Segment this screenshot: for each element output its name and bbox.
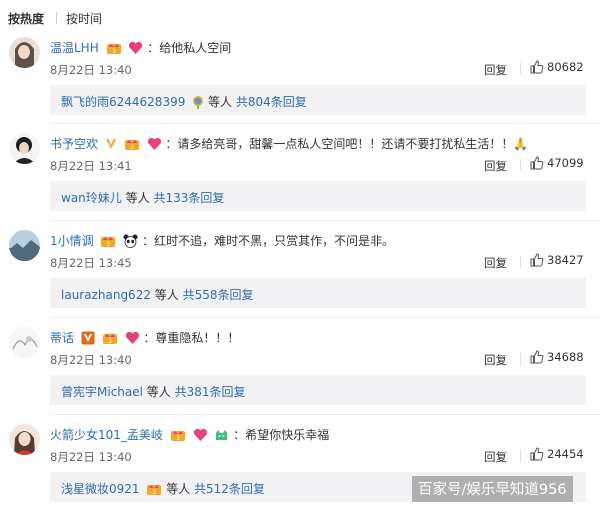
reply-others-label: 等人: [146, 385, 175, 399]
reply-button[interactable]: 回复: [484, 255, 507, 271]
reply-button[interactable]: 回复: [484, 449, 507, 465]
action-separator: [520, 353, 521, 365]
reply-total-link[interactable]: 共133条回复: [153, 191, 224, 205]
sort-tabs: 按热度 按时间: [0, 0, 600, 36]
comment-time: 8月22日 13:40: [50, 353, 132, 367]
comment-header: 火箭少女101_孟美岐 3 ：希望你快乐幸福: [50, 426, 329, 445]
reply-summary[interactable]: 曾宪宇Michael 等人 共381条回复: [50, 375, 586, 405]
like-button[interactable]: 47099: [530, 156, 584, 170]
crown-badge-icon: 3: [146, 482, 162, 499]
heart-badge-icon: [193, 428, 208, 445]
comment-time: 8月22日 13:45: [50, 256, 132, 270]
reply-others-label: 等人: [166, 482, 195, 496]
divider: [50, 414, 600, 415]
like-count: 24454: [547, 447, 584, 461]
reply-total-link[interactable]: 共512条回复: [194, 482, 265, 496]
comment-text: ：给他私人空间: [147, 41, 232, 55]
username[interactable]: 书予空欢: [50, 137, 98, 151]
heart-badge-icon: [147, 137, 162, 154]
reply-others-label: 等人: [154, 288, 183, 302]
reply-username[interactable]: 浅星微妆0921: [61, 482, 140, 496]
username[interactable]: 火箭少女101_孟美岐: [50, 428, 163, 442]
reply-others-label: 等人: [208, 95, 236, 109]
comment-header: 书予空欢 3 ：请多给亮哥，甜馨一点私人空间吧！！还请不要打扰私生活！！🙏: [50, 135, 528, 154]
username[interactable]: 温温LHH: [50, 41, 99, 55]
divider: [50, 220, 600, 221]
reply-others-label: 等人: [125, 191, 154, 205]
username[interactable]: 蒂话: [50, 331, 74, 345]
rainbow-badge-icon: [192, 95, 204, 112]
reply-button[interactable]: 回复: [484, 158, 507, 174]
watermark: 百家号/娱乐早知道956: [412, 476, 573, 502]
reply-username[interactable]: 曾宪宇Michael: [61, 385, 143, 399]
like-count: 47099: [547, 156, 584, 170]
username[interactable]: 1小情调: [50, 234, 94, 248]
thumbs-up-icon: [530, 253, 544, 267]
reply-total-link[interactable]: 共804条回复: [236, 95, 307, 109]
thumbs-up-icon: [530, 60, 544, 74]
comment-time: 8月22日 13:40: [50, 63, 132, 77]
avatar[interactable]: [9, 133, 40, 164]
avatar[interactable]: [9, 230, 40, 261]
heart-badge-icon: [125, 331, 140, 348]
svg-text:3: 3: [112, 48, 116, 55]
tab-by-hot[interactable]: 按热度: [8, 10, 44, 27]
comment-text: ：请多给亮哥，甜馨一点私人空间吧！！还请不要打扰私生活！！🙏: [165, 137, 529, 151]
action-separator: [520, 450, 521, 462]
reply-summary[interactable]: laurazhang622 等人 共558条回复: [50, 278, 586, 308]
action-separator: [520, 63, 521, 75]
crown-badge-icon: 3: [124, 137, 140, 154]
like-button[interactable]: 24454: [530, 447, 584, 461]
thumbs-up-icon: [530, 447, 544, 461]
tab-by-time[interactable]: 按时间: [66, 10, 102, 27]
divider: [50, 123, 600, 124]
comment-header: 温温LHH 3 ：给他私人空间: [50, 39, 231, 58]
comment-text: ：希望你快乐幸福: [233, 428, 330, 442]
divider: [50, 317, 600, 318]
reply-total-link[interactable]: 共381条回复: [175, 385, 246, 399]
thumbs-up-icon: [530, 350, 544, 364]
crown-badge-icon: 3: [106, 41, 122, 58]
vip-v-icon: [105, 137, 117, 154]
comment-text: ：红时不追，难时不黑，只赏其作，不问是非。: [142, 234, 395, 248]
thumbs-up-icon: [530, 156, 544, 170]
reply-summary[interactable]: wan玲妹儿 等人 共133条回复: [50, 181, 586, 211]
reply-username[interactable]: 飘飞的雨6244628399: [61, 95, 185, 109]
crown-badge-icon: 3: [102, 331, 118, 348]
tab-separator: [56, 12, 57, 24]
vip-v-icon: [81, 331, 95, 348]
avatar[interactable]: [9, 37, 40, 68]
reply-button[interactable]: 回复: [484, 62, 507, 78]
like-count: 34688: [547, 350, 584, 364]
reply-username[interactable]: wan玲妹儿: [61, 191, 122, 205]
svg-text:3: 3: [176, 435, 180, 442]
like-count: 38427: [547, 253, 584, 267]
comment-header: 蒂话 3 ：尊重隐私！！！: [50, 329, 239, 348]
reply-summary[interactable]: 飘飞的雨6244628399 等人 共804条回复: [50, 85, 586, 115]
svg-text:3: 3: [108, 338, 112, 345]
like-button[interactable]: 80682: [530, 60, 584, 74]
panda-icon: [123, 234, 138, 251]
svg-text:3: 3: [152, 489, 156, 496]
green-monster-icon: [214, 428, 229, 445]
like-count: 80682: [547, 60, 584, 74]
comment-time: 8月22日 13:41: [50, 159, 132, 173]
svg-text:3: 3: [107, 241, 111, 248]
comment-time: 8月22日 13:40: [50, 450, 132, 464]
heart-badge-icon: [128, 41, 143, 58]
action-separator: [520, 159, 521, 171]
crown-badge-icon: 3: [100, 234, 116, 251]
action-separator: [520, 256, 521, 268]
svg-text:3: 3: [130, 144, 134, 151]
like-button[interactable]: 38427: [530, 253, 584, 267]
avatar[interactable]: [9, 424, 40, 455]
crown-badge-icon: 3: [170, 428, 186, 445]
avatar[interactable]: [9, 327, 40, 358]
reply-username[interactable]: laurazhang622: [61, 288, 151, 302]
like-button[interactable]: 34688: [530, 350, 584, 364]
comment-text: ：尊重隐私！！！: [143, 331, 240, 345]
reply-button[interactable]: 回复: [484, 352, 507, 368]
reply-total-link[interactable]: 共558条回复: [183, 288, 254, 302]
comment-header: 1小情调 3 ：红时不追，难时不黑，只赏其作，不问是非。: [50, 232, 394, 251]
